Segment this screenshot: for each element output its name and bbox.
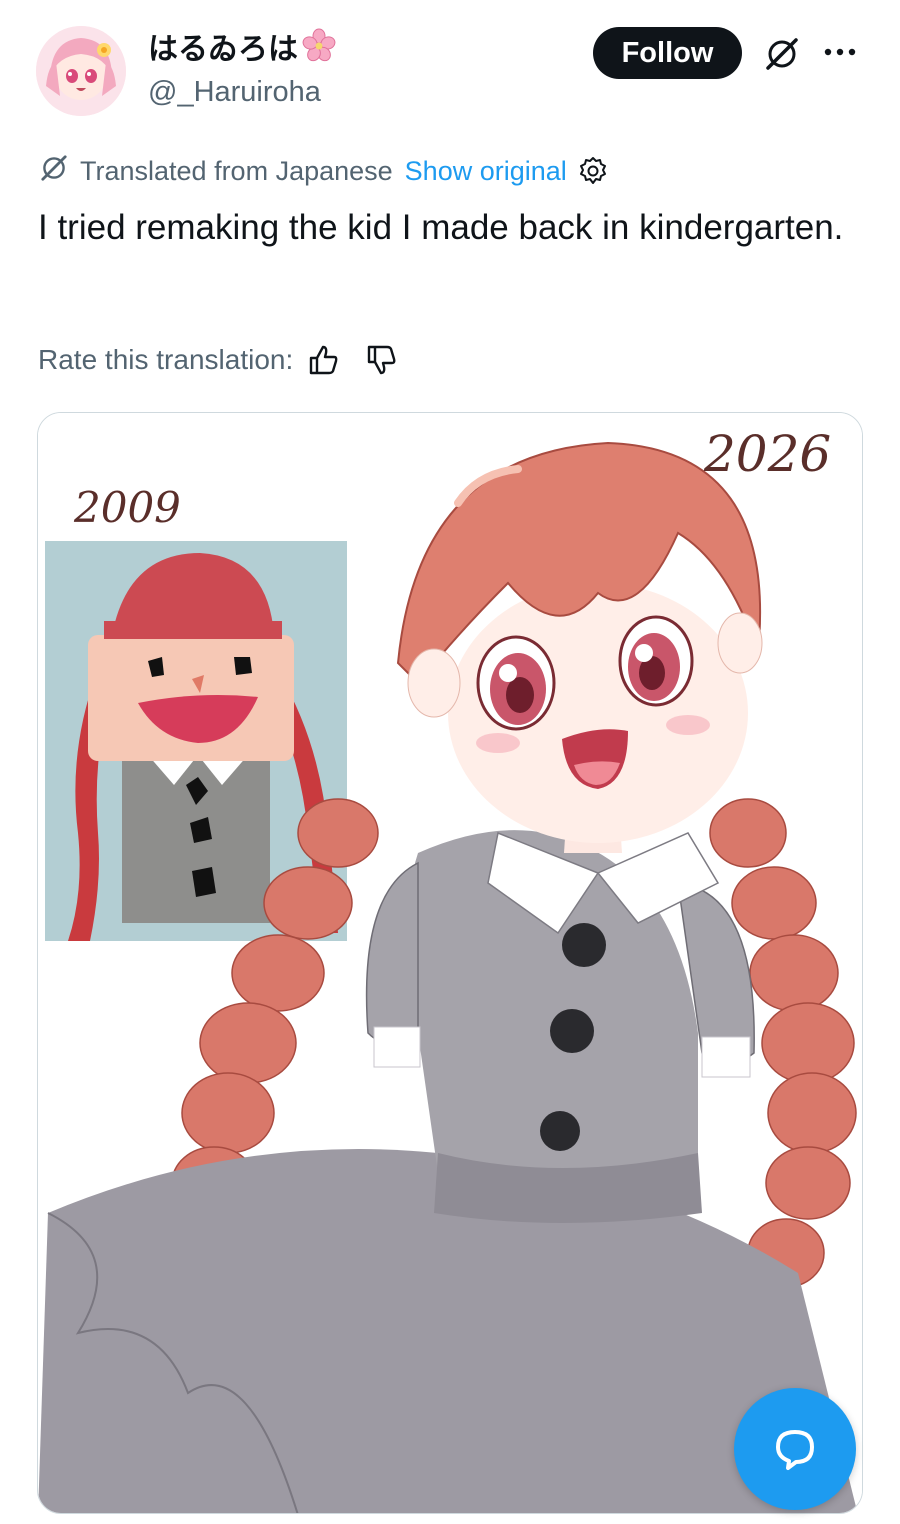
thumbs-up-icon bbox=[310, 345, 338, 375]
avatar-image bbox=[36, 26, 126, 116]
display-name[interactable]: はるゐろは bbox=[148, 28, 336, 71]
post-text: I tried remaking the kid I made back in … bbox=[38, 208, 844, 247]
cherry-blossom-icon bbox=[302, 28, 336, 71]
thumbs-up-button[interactable] bbox=[307, 343, 341, 377]
gear-icon bbox=[579, 157, 606, 184]
reply-button[interactable] bbox=[734, 1388, 856, 1510]
artwork-image bbox=[38, 413, 862, 1513]
author-handle[interactable]: @_Haruiroha bbox=[148, 74, 321, 110]
post-media-image[interactable]: 2009 2026 bbox=[37, 412, 863, 1514]
year-label-before: 2009 bbox=[74, 483, 181, 532]
grok-icon bbox=[766, 38, 798, 70]
rate-translation-bar: Rate this translation: bbox=[38, 338, 399, 382]
more-dots-icon bbox=[824, 48, 856, 56]
display-name-text: はるゐろは bbox=[148, 31, 298, 67]
show-original-link[interactable]: Show original bbox=[405, 156, 567, 187]
translation-settings-button[interactable] bbox=[577, 155, 609, 187]
thumbs-down-button[interactable] bbox=[365, 343, 399, 377]
grok-button[interactable] bbox=[760, 32, 804, 76]
avatar[interactable] bbox=[36, 26, 126, 116]
thumbs-down-icon bbox=[368, 345, 396, 375]
rate-translation-label: Rate this translation: bbox=[38, 344, 294, 375]
more-options-button[interactable] bbox=[818, 30, 862, 74]
translation-source-label: Translated from Japanese bbox=[80, 155, 393, 186]
follow-button[interactable]: Follow bbox=[593, 27, 742, 79]
grok-icon bbox=[38, 152, 70, 191]
reply-bubble-icon bbox=[776, 1430, 814, 1470]
translation-bar: Translated from Japanese Show original bbox=[38, 150, 609, 192]
year-label-after: 2026 bbox=[704, 425, 832, 483]
post-header: はるゐろは @_Haruiroha Follow bbox=[0, 0, 900, 130]
